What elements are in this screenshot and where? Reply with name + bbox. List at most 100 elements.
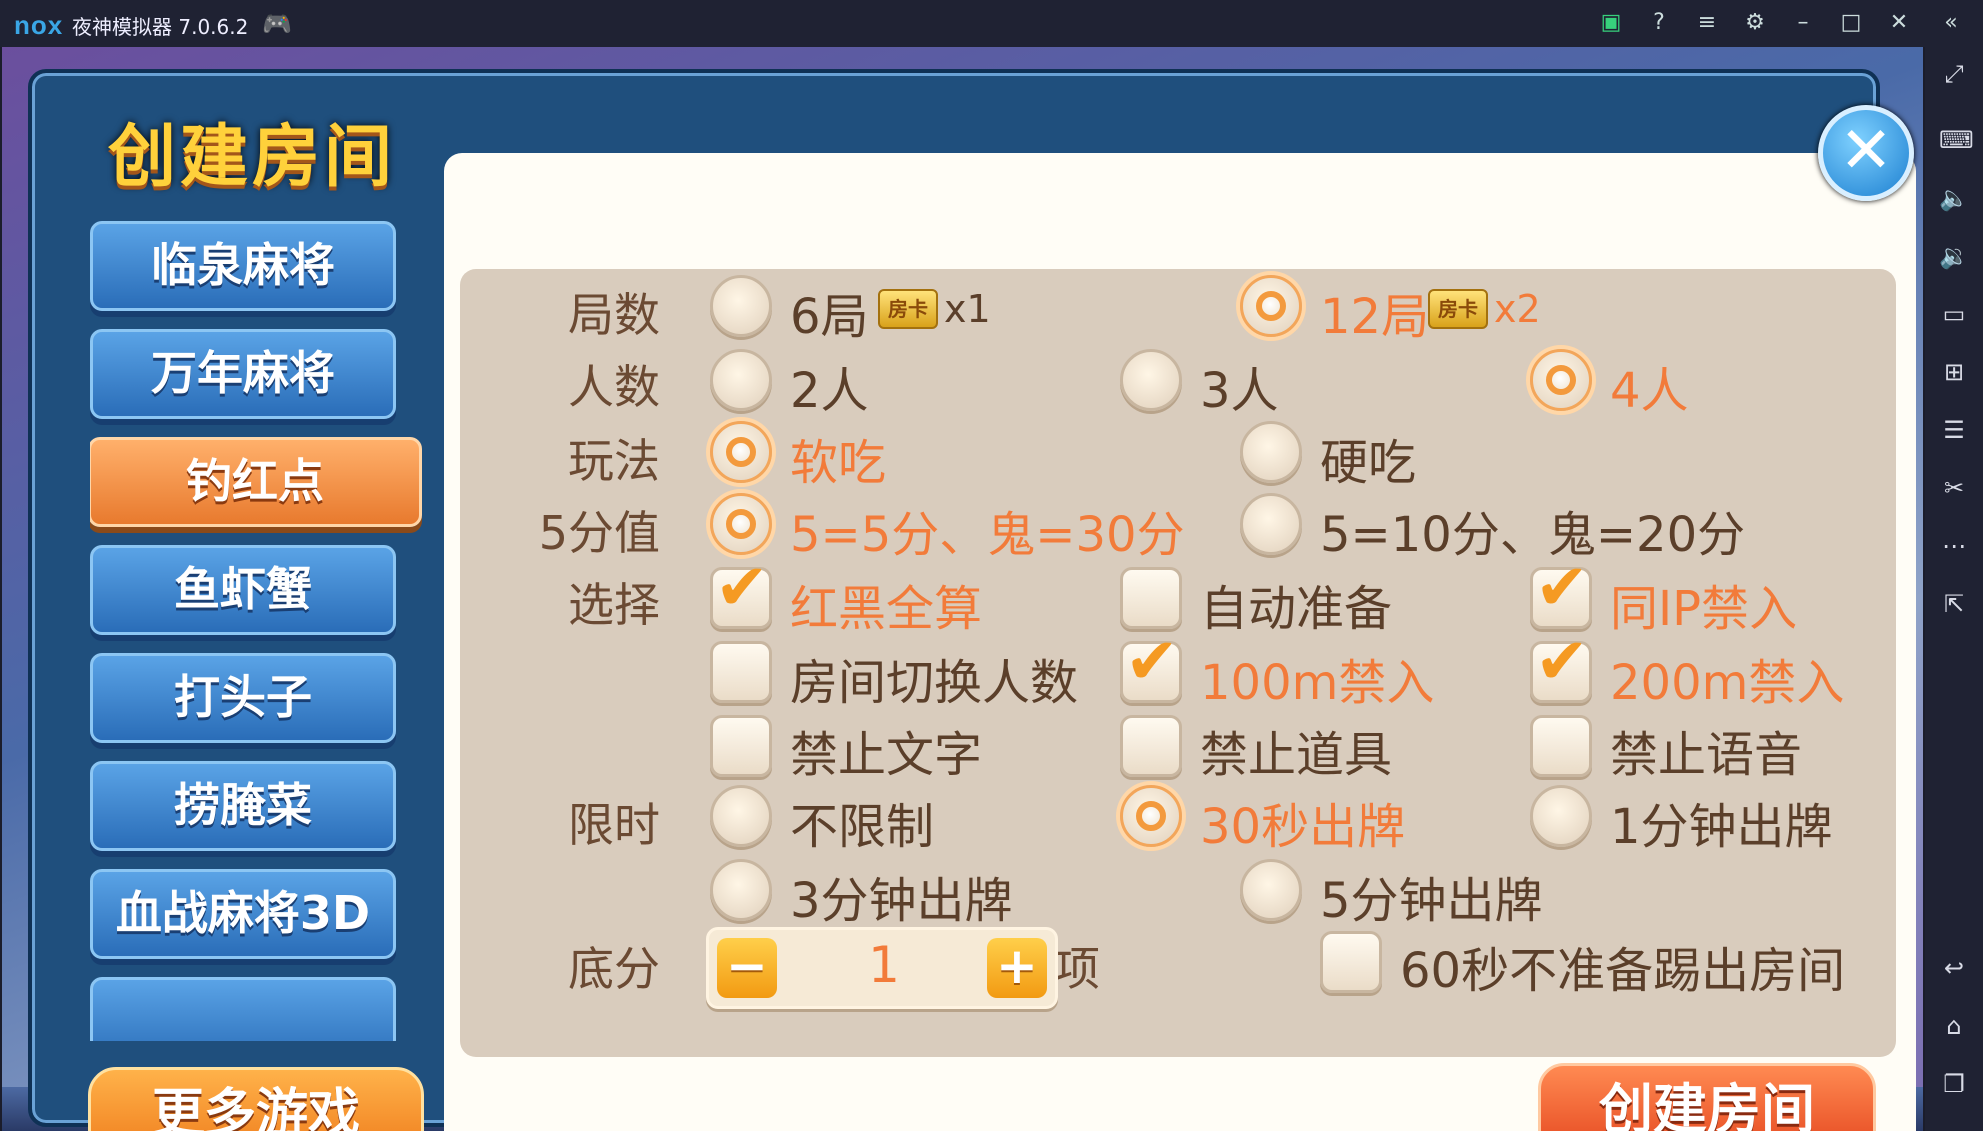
minimize-icon[interactable]: – (1788, 8, 1818, 38)
checkmark-icon: ✔ (1125, 625, 1179, 699)
recent-icon[interactable]: ❐ (1939, 1069, 1969, 1099)
decrement-button[interactable]: − (717, 938, 777, 998)
choice-checkbox[interactable]: ✔ (1120, 630, 1182, 703)
timelimit-label: 限时 (568, 798, 660, 852)
stack-icon[interactable]: ☰ (1939, 415, 1969, 445)
timelimit-30s-radio[interactable] (1120, 785, 1182, 847)
screen-icon[interactable]: ▭ (1939, 299, 1969, 329)
increment-button[interactable]: + (987, 938, 1047, 998)
choice-label: 同IP禁入 (1610, 581, 1798, 637)
back-icon[interactable]: ↩ (1939, 953, 1969, 983)
close-dialog-button[interactable]: ✕ (1818, 105, 1914, 201)
game-screen: 商城 玩法 消息 战绩 签到 设置 客服 创建房间 临泉麻将 万年麻将 钓红点 … (2, 47, 1923, 1131)
players-3-radio[interactable] (1120, 349, 1182, 411)
timelimit-3m-label: 3分钟出牌 (790, 873, 1013, 929)
kick-unready-label: 60秒不准备踢出房间 (1400, 943, 1846, 999)
checkmark-icon: ✔ (715, 551, 769, 625)
checkmark-icon: ✔ (1535, 625, 1589, 699)
create-room-button[interactable]: 创建房间 (1538, 1063, 1876, 1131)
players-4-label: 4人 (1610, 363, 1689, 419)
volume-up-icon[interactable]: 🔈 (1939, 183, 1969, 213)
mode-hard-label: 硬吃 (1320, 435, 1417, 491)
room-card-icon: 房卡 (1428, 289, 1488, 329)
game-item[interactable]: 鱼虾蟹 (90, 545, 396, 635)
timelimit-none-label: 不限制 (790, 799, 935, 855)
players-label: 人数 (568, 360, 660, 414)
timelimit-5m-label: 5分钟出牌 (1320, 873, 1543, 929)
game-list[interactable]: 临泉麻将 万年麻将 钓红点 鱼虾蟹 打头子 捞腌菜 血战麻将3D (90, 221, 430, 1041)
rounds-label: 局数 (568, 288, 660, 342)
timelimit-30s-label: 30秒出牌 (1200, 799, 1406, 855)
timelimit-3m-radio[interactable] (710, 859, 772, 921)
game-item[interactable]: 临泉麻将 (90, 221, 396, 311)
game-item[interactable]: 血战麻将3D (90, 869, 396, 959)
rounds-12-radio[interactable] (1240, 275, 1302, 337)
score5-opt1-radio[interactable] (710, 493, 772, 555)
choice-checkbox[interactable] (1530, 715, 1592, 777)
more-icon[interactable]: ⋯ (1939, 531, 1969, 561)
emulator-titlebar: nox 夜神模拟器 7.0.6.2 🎮 ▣ ? ≡ ⚙ – □ ✕ « (0, 0, 1983, 47)
score5-opt2-radio[interactable] (1240, 493, 1302, 555)
rounds-6-multiplier: x1 (944, 287, 991, 331)
rounds-12-label: 12局 (1320, 289, 1430, 345)
window-title: 夜神模拟器 7.0.6.2 (72, 15, 249, 39)
mode-label: 玩法 (568, 434, 660, 488)
choice-checkbox[interactable]: ✔ (710, 556, 772, 629)
share-icon[interactable]: ⇱ (1939, 589, 1969, 619)
help-icon[interactable]: ? (1644, 8, 1674, 38)
close-icon[interactable]: ✕ (1884, 8, 1914, 38)
dialog-title: 创建房间 (107, 118, 396, 197)
mode-soft-radio[interactable] (710, 421, 772, 483)
choice-label: 房间切换人数 (790, 655, 1079, 711)
choice-label: 红黑全算 (790, 581, 983, 637)
choice-checkbox[interactable]: ✔ (1530, 630, 1592, 703)
scissors-icon[interactable]: ✂ (1939, 473, 1969, 503)
choice-checkbox[interactable] (1120, 715, 1182, 777)
timelimit-5m-radio[interactable] (1240, 859, 1302, 921)
game-item[interactable]: 打头子 (90, 653, 396, 743)
players-2-label: 2人 (790, 363, 869, 419)
checkmark-icon: ✔ (1535, 551, 1589, 625)
choice-label: 200m禁入 (1610, 655, 1845, 711)
settings-icon[interactable]: ⚙ (1740, 8, 1770, 38)
maximize-icon[interactable]: □ (1836, 8, 1866, 38)
base-score-label: 底分 (568, 942, 660, 996)
score5-opt2-label: 5=10分、鬼=20分 (1320, 507, 1746, 563)
more-games-button[interactable]: 更多游戏 (88, 1067, 424, 1131)
game-item-partial[interactable] (90, 977, 396, 1041)
notification-icon[interactable]: ▣ (1596, 8, 1626, 38)
rounds-12-multiplier: x2 (1494, 287, 1541, 331)
timelimit-1m-label: 1分钟出牌 (1610, 799, 1833, 855)
timelimit-1m-radio[interactable] (1530, 785, 1592, 847)
volume-down-icon[interactable]: 🔉 (1939, 241, 1969, 271)
fullscreen-icon[interactable]: ⤢ (1939, 59, 1969, 89)
keyboard-icon[interactable]: ⌨ (1939, 125, 1974, 155)
room-card-icon: 房卡 (878, 289, 938, 329)
room-options: 局数 6局 房卡 x1 12局 房卡 x2 人数 2人 3人 4人 玩法 软吃 … (460, 269, 1896, 1057)
game-item[interactable]: 万年麻将 (90, 329, 396, 419)
players-2-radio[interactable] (710, 349, 772, 411)
gamepad-icon[interactable]: 🎮 (262, 10, 292, 38)
rounds-6-label: 6局 (790, 289, 869, 345)
home-icon[interactable]: ⌂ (1939, 1011, 1969, 1041)
players-4-radio[interactable] (1530, 349, 1592, 411)
choice-checkbox[interactable] (710, 715, 772, 777)
mode-hard-radio[interactable] (1240, 421, 1302, 483)
game-item[interactable]: 捞腌菜 (90, 761, 396, 851)
choice-checkbox[interactable] (710, 641, 772, 703)
choice-checkbox[interactable]: ✔ (1530, 556, 1592, 629)
choices-label: 选择 (568, 578, 660, 632)
rounds-6-radio[interactable] (710, 275, 772, 337)
choice-label: 禁止道具 (1200, 727, 1393, 783)
menu-icon[interactable]: ≡ (1692, 8, 1722, 38)
choice-label: 禁止语音 (1610, 727, 1803, 783)
game-item-selected[interactable]: 钓红点 (90, 437, 422, 527)
choice-label: 自动准备 (1200, 581, 1393, 637)
collapse-icon[interactable]: « (1936, 8, 1966, 38)
kick-unready-checkbox[interactable] (1320, 931, 1382, 993)
timelimit-none-radio[interactable] (710, 785, 772, 847)
choice-checkbox[interactable] (1120, 567, 1182, 629)
nox-logo: nox (14, 10, 64, 40)
apk-install-icon[interactable]: ⊞ (1939, 357, 1969, 387)
base-score-stepper: − 1 + (706, 927, 1058, 1009)
